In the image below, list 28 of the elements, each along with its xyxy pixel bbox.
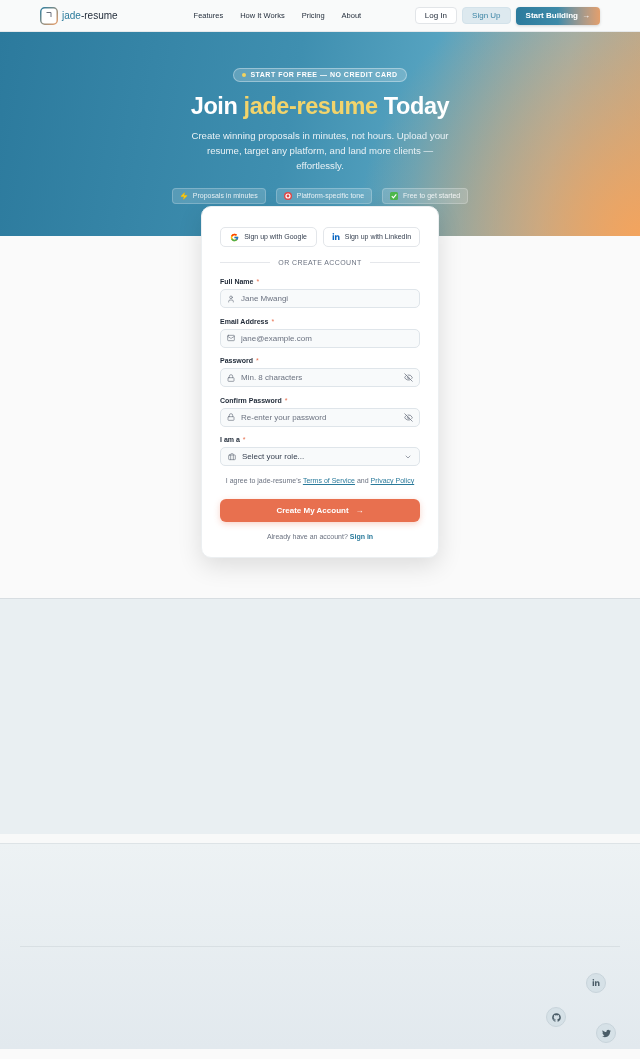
check-icon [390,192,399,200]
hero-title: Join jade-resume Today [190,92,450,120]
target-icon [283,192,292,200]
eye-slash-icon[interactable] [404,412,413,422]
linkedin-icon [331,233,340,241]
input-field[interactable]: Re-enter your password [220,407,420,427]
input-field[interactable]: Min. 8 characters [220,368,420,387]
logo-icon [40,6,58,25]
start-building-button[interactable]: Start Building → [515,6,600,25]
twitter-bird-link-icon[interactable] [596,1023,616,1043]
lightning-icon [179,192,188,200]
briefcase-icon [228,452,236,461]
github-link-icon[interactable] [546,1007,566,1027]
sign-up-button[interactable]: Sign Up [462,7,511,24]
lock-icon [227,373,235,382]
user-icon [227,294,235,303]
log-in-button[interactable]: Log In [414,7,458,24]
input-field[interactable]: jane@example.com [220,328,420,348]
eye-slash-icon[interactable] [404,373,413,382]
dot-icon [242,73,247,77]
google-icon [230,232,240,242]
brand-name[interactable]: jade-resume [62,8,118,23]
lock-icon [227,413,235,421]
select-field[interactable]: Select your role... [220,447,420,466]
input-field[interactable]: Jane Mwangi [220,289,420,308]
linkedin-link-icon[interactable] [586,973,606,993]
hero-subtitle: Create winning proposals in minutes, not hours. Upload your resume, target any platform, and land more clients — effortlessly. [191,129,449,173]
envelope-icon [227,334,235,342]
